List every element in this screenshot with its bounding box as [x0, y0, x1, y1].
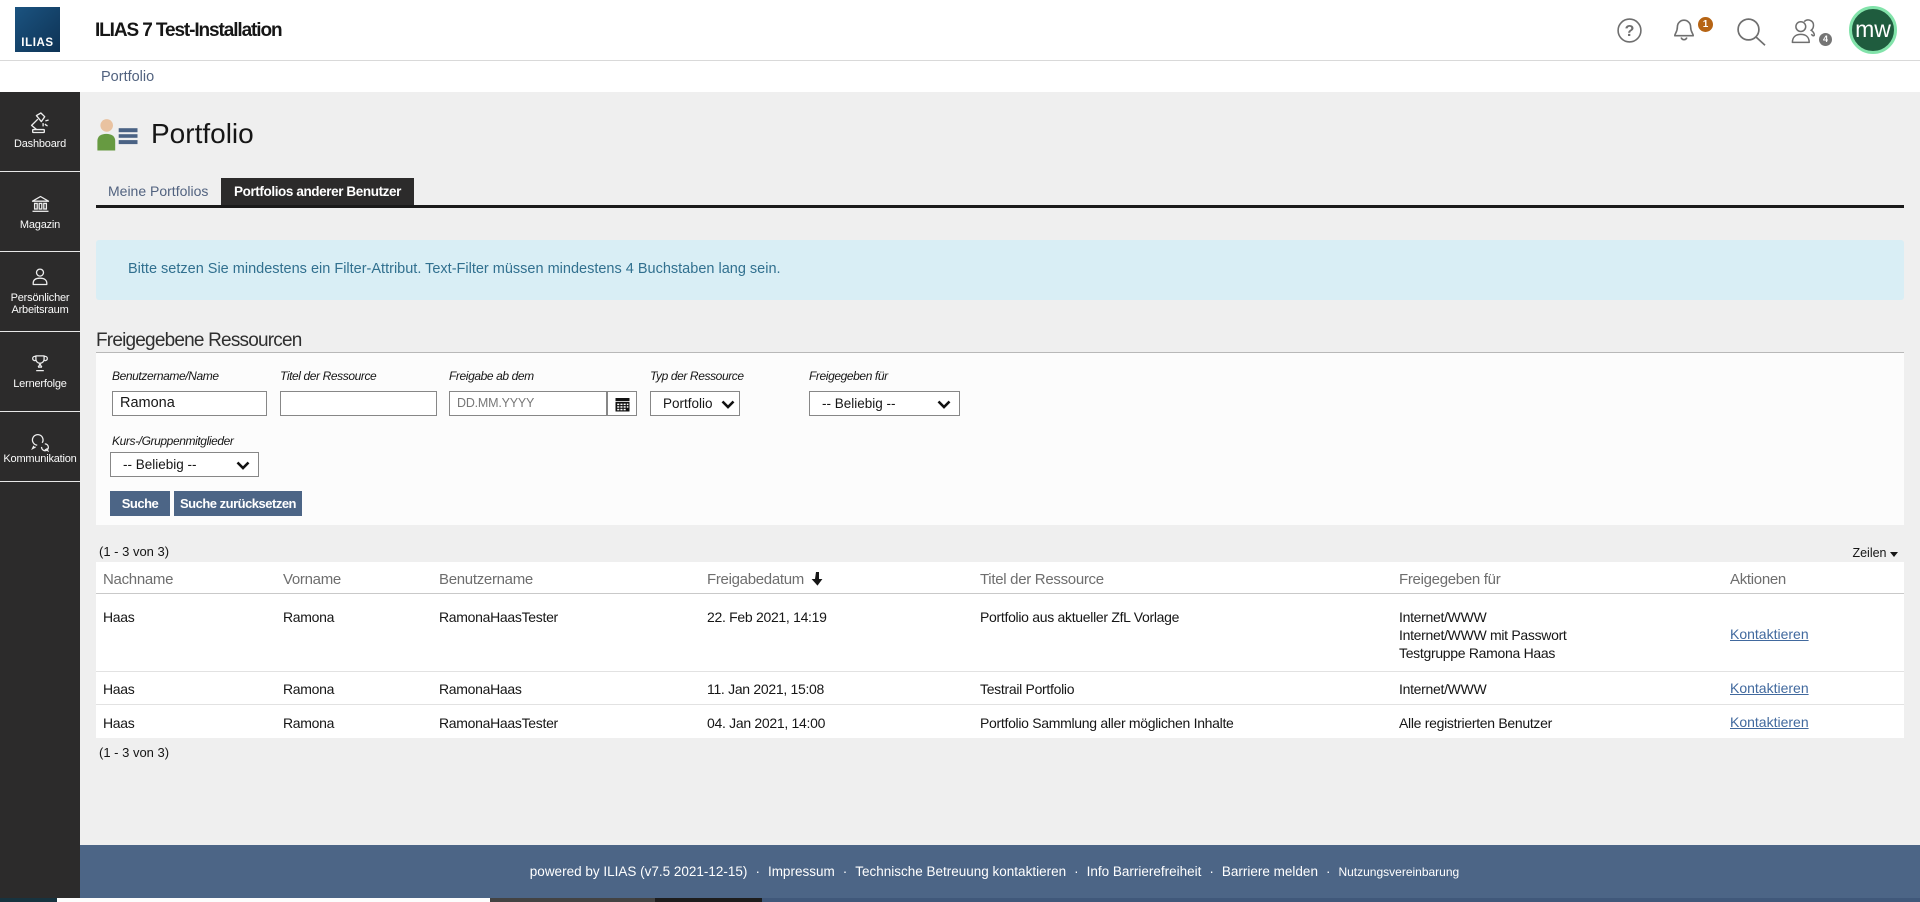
svg-text:?: ? [1625, 23, 1635, 40]
